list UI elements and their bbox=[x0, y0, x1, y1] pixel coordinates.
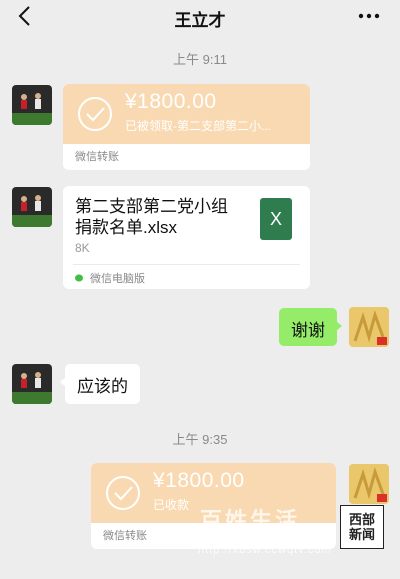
watermark-text: 百姓生活 bbox=[200, 508, 301, 533]
watermark-logo-line1: 西部 bbox=[348, 512, 375, 527]
sent-message-text: 谢谢 bbox=[291, 321, 325, 340]
excel-file-icon: X bbox=[260, 198, 292, 240]
watermark-logo: 西部 新闻 bbox=[340, 505, 384, 549]
received-message-bubble[interactable]: 应该的 bbox=[60, 364, 140, 404]
file-name-line2: 捐款名单.xlsx bbox=[75, 218, 177, 237]
contact-avatar[interactable] bbox=[12, 85, 52, 125]
my-avatar[interactable] bbox=[349, 307, 389, 347]
contact-avatar[interactable] bbox=[12, 187, 52, 227]
wechat-icon bbox=[75, 274, 83, 282]
transfer-label: 微信转账 bbox=[75, 151, 119, 163]
transfer-label: 微信转账 bbox=[103, 530, 147, 542]
divider bbox=[73, 264, 300, 265]
check-circle-icon bbox=[78, 97, 112, 131]
file-source-label: 微信电脑版 bbox=[90, 273, 145, 285]
sent-message-bubble[interactable]: 谢谢 bbox=[279, 308, 342, 346]
bubble-tail bbox=[336, 321, 342, 331]
more-dots-icon[interactable] bbox=[358, 12, 380, 20]
file-name-line1: 第二支部第二党小组 bbox=[75, 197, 228, 216]
received-message-text: 应该的 bbox=[77, 377, 128, 396]
watermark-logo-line2: 新闻 bbox=[348, 527, 375, 542]
transfer-card[interactable]: ¥1800.00 已被领取-第二支部第二小... 微信转账 bbox=[63, 84, 310, 170]
timestamp: 上午 9:11 bbox=[173, 52, 227, 67]
transfer-status: 已被领取-第二支部第二小... bbox=[125, 119, 271, 133]
top-bar: 王立才 bbox=[0, 0, 400, 34]
watermark-url: http://xbsw.ccwqtv.com bbox=[198, 544, 332, 556]
my-avatar[interactable] bbox=[349, 464, 389, 504]
chat-title: 王立才 bbox=[174, 11, 226, 30]
transfer-amount: ¥1800.00 bbox=[125, 90, 217, 113]
file-source: 微信电脑版 bbox=[75, 270, 145, 286]
file-card[interactable]: 第二支部第二党小组 捐款名单.xlsx 8K X 微信电脑版 bbox=[63, 186, 310, 289]
bubble-tail bbox=[60, 377, 66, 387]
timestamp: 上午 9:35 bbox=[172, 432, 228, 447]
transfer-amount: ¥1800.00 bbox=[153, 469, 245, 492]
contact-avatar[interactable] bbox=[12, 364, 52, 404]
check-circle-icon bbox=[106, 476, 140, 510]
file-name: 第二支部第二党小组 捐款名单.xlsx bbox=[75, 196, 240, 238]
transfer-status: 已收款 bbox=[153, 498, 190, 512]
file-size: 8K bbox=[75, 241, 90, 255]
